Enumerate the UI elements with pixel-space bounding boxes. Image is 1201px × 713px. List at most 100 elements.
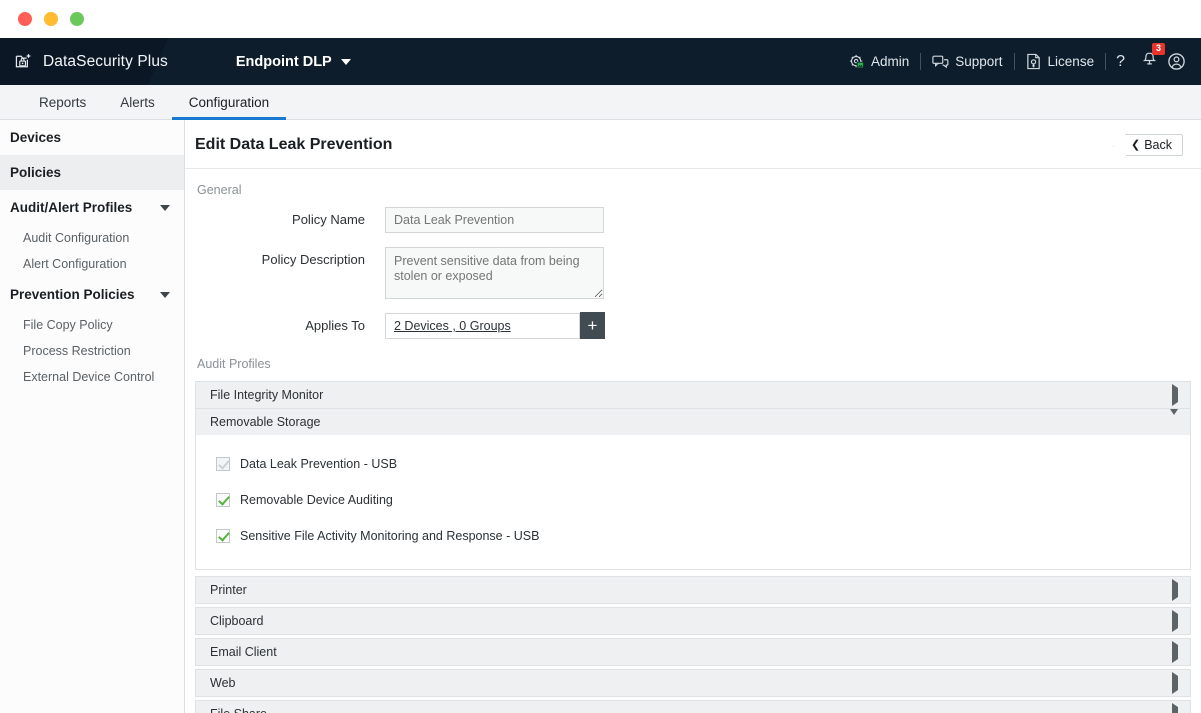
accordion-file-integrity-monitor: File Integrity Monitor (196, 382, 1190, 409)
accordion-title: Web (210, 676, 235, 690)
sidebar-item-policies[interactable]: Policies (0, 155, 184, 190)
sidebar-item-audit-configuration[interactable]: Audit Configuration (0, 225, 184, 251)
license-certificate-icon (1026, 53, 1042, 70)
checkbox-row: Sensitive File Activity Monitoring and R… (216, 529, 1190, 543)
window-titlebar (0, 0, 1201, 38)
accordion-header[interactable]: Email Client (196, 639, 1190, 665)
caret-down-icon (160, 205, 170, 211)
tab-configuration[interactable]: Configuration (172, 85, 286, 119)
triangle-right-icon (1172, 384, 1178, 406)
audit-profiles-accordion-bottom: Printer Clipboard Email Client (195, 576, 1191, 713)
accordion-body: Data Leak Prevention - USB Removable Dev… (196, 435, 1190, 569)
sidebar-item-process-restriction[interactable]: Process Restriction (0, 338, 184, 364)
policy-name-row: Policy Name (195, 207, 1191, 233)
accordion-title: Clipboard (210, 614, 264, 628)
checkbox-row: Removable Device Auditing (216, 493, 1190, 507)
window-traffic-lights (18, 12, 84, 26)
brand-name: DataSecurity Plus (43, 53, 168, 71)
accordion-header[interactable]: Removable Storage (196, 409, 1190, 435)
user-avatar-icon[interactable] (1167, 52, 1190, 71)
sidebar-nav: Devices Policies Audit/Alert Profiles Au… (0, 120, 185, 713)
header-actions: Admin Support (838, 51, 1201, 73)
sidebar-item-devices[interactable]: Devices (0, 120, 184, 155)
caret-down-icon (160, 292, 170, 298)
content-header: Edit Data Leak Prevention ❮ Back (185, 120, 1201, 169)
accordion-header[interactable]: Clipboard (196, 608, 1190, 634)
accordion-printer: Printer (195, 576, 1191, 604)
checkbox-label: Data Leak Prevention - USB (240, 457, 397, 471)
applies-to-row: Applies To 2 Devices , 0 Groups + (195, 313, 1191, 339)
header-license-link[interactable]: License (1015, 53, 1106, 70)
checkbox-row: Data Leak Prevention - USB (216, 457, 1190, 471)
checkbox-label: Sensitive File Activity Monitoring and R… (240, 529, 539, 543)
sidebar-item-alert-configuration[interactable]: Alert Configuration (0, 251, 184, 277)
accordion-title: File Share (210, 707, 267, 713)
policy-description-textarea[interactable] (385, 247, 604, 299)
audit-profiles-label: Audit Profiles (195, 343, 1191, 381)
accordion-title: Removable Storage (210, 415, 320, 429)
accordion-header[interactable]: Printer (196, 577, 1190, 603)
chevron-left-icon: ❮ (1131, 140, 1140, 151)
accordion-removable-storage: Removable Storage Data Leak Prevention -… (196, 409, 1190, 569)
policy-description-label: Policy Description (195, 247, 385, 273)
notification-count-badge: 3 (1152, 43, 1165, 55)
page-title: Edit Data Leak Prevention (195, 136, 392, 154)
caret-down-icon (341, 59, 351, 65)
window-close-button[interactable] (18, 12, 32, 26)
product-name: Endpoint DLP (236, 54, 332, 70)
policy-name-input[interactable] (385, 207, 604, 233)
app-header: DataSecurity Plus Endpoint DLP Admin (0, 38, 1201, 85)
audit-profiles-accordion-top: File Integrity Monitor Removable Storage… (195, 381, 1191, 570)
question-mark-icon[interactable]: ? (1106, 53, 1135, 71)
policy-name-label: Policy Name (195, 207, 385, 233)
sidebar-item-external-device-control[interactable]: External Device Control (0, 364, 184, 390)
triangle-right-icon (1172, 672, 1178, 694)
window-maximize-button[interactable] (70, 12, 84, 26)
accordion-file-share: File Share (195, 700, 1191, 713)
header-admin-label: Admin (871, 54, 909, 69)
back-button[interactable]: ❮ Back (1125, 134, 1183, 156)
sidebar-item-file-copy-policy[interactable]: File Copy Policy (0, 312, 184, 338)
tab-alerts[interactable]: Alerts (103, 85, 172, 119)
content-pane: Edit Data Leak Prevention ❮ Back General… (185, 120, 1201, 713)
triangle-right-icon (1172, 610, 1178, 632)
plus-icon: + (588, 317, 598, 334)
general-section-label: General (195, 169, 1191, 207)
accordion-header[interactable]: File Integrity Monitor (196, 382, 1190, 408)
triangle-down-icon (1170, 409, 1178, 429)
app-body: Devices Policies Audit/Alert Profiles Au… (0, 120, 1201, 713)
checkbox-data-leak-prevention-usb (216, 457, 230, 471)
tab-reports[interactable]: Reports (22, 85, 103, 119)
window-minimize-button[interactable] (44, 12, 58, 26)
triangle-right-icon (1172, 703, 1178, 713)
checkbox-sensitive-file-activity-monitoring-usb[interactable] (216, 529, 230, 543)
gear-admin-icon (849, 54, 865, 70)
accordion-clipboard: Clipboard (195, 607, 1191, 635)
product-switcher[interactable]: Endpoint DLP (236, 54, 351, 70)
header-support-link[interactable]: Support (921, 54, 1013, 70)
notifications-button[interactable]: 3 (1135, 51, 1167, 73)
back-button-label: Back (1144, 138, 1172, 152)
main-tab-strip: Reports Alerts Configuration (0, 85, 1201, 120)
accordion-header[interactable]: Web (196, 670, 1190, 696)
accordion-title: Printer (210, 583, 247, 597)
applies-to-value-link[interactable]: 2 Devices , 0 Groups (394, 319, 511, 333)
accordion-email-client: Email Client (195, 638, 1191, 666)
header-license-label: License (1048, 54, 1095, 69)
sidebar-group-prevention-policies[interactable]: Prevention Policies (0, 277, 184, 312)
brand-logo[interactable]: DataSecurity Plus (0, 52, 168, 71)
accordion-web: Web (195, 669, 1191, 697)
accordion-header[interactable]: File Share (196, 701, 1190, 713)
header-admin-link[interactable]: Admin (838, 54, 920, 70)
applies-to-add-button[interactable]: + (580, 312, 605, 339)
sidebar-group-label: Audit/Alert Profiles (10, 200, 132, 215)
folder-lock-plus-icon (15, 52, 34, 71)
chat-support-icon (932, 54, 949, 70)
accordion-title: File Integrity Monitor (210, 388, 323, 402)
checkbox-removable-device-auditing[interactable] (216, 493, 230, 507)
applies-to-label: Applies To (195, 313, 385, 339)
sidebar-group-audit-alert-profiles[interactable]: Audit/Alert Profiles (0, 190, 184, 225)
checkbox-label: Removable Device Auditing (240, 493, 393, 507)
applies-to-control: 2 Devices , 0 Groups + (385, 313, 605, 339)
applies-to-box[interactable]: 2 Devices , 0 Groups (385, 313, 580, 339)
